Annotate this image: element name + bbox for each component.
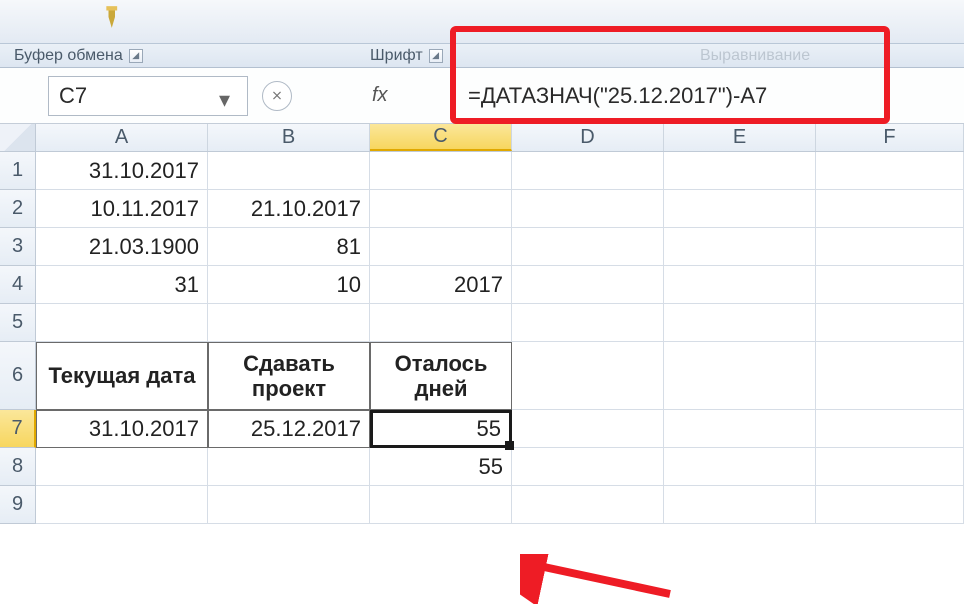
cell-B2[interactable]: 21.10.2017 <box>208 190 370 228</box>
cell-A5[interactable] <box>36 304 208 342</box>
cell-A2[interactable]: 10.11.2017 <box>36 190 208 228</box>
cell-D7[interactable] <box>512 410 664 448</box>
format-painter-icon[interactable] <box>100 2 130 32</box>
cancel-formula-icon[interactable]: ⨯ <box>262 81 292 111</box>
alignment-group-label: Выравнивание <box>700 47 810 65</box>
cell-D4[interactable] <box>512 266 664 304</box>
row-header-2[interactable]: 2 <box>0 190 36 228</box>
cell-D2[interactable] <box>512 190 664 228</box>
row-header-1[interactable]: 1 <box>0 152 36 190</box>
cell-C8[interactable]: 55 <box>370 448 512 486</box>
col-header-F[interactable]: F <box>816 124 964 151</box>
col-header-D[interactable]: D <box>512 124 664 151</box>
cell-E2[interactable] <box>664 190 816 228</box>
cell-F1[interactable] <box>816 152 964 190</box>
clipboard-dialog-launcher-icon[interactable]: ◢ <box>129 49 143 63</box>
cell-A8[interactable] <box>36 448 208 486</box>
name-box[interactable]: C7 ▾ <box>48 76 248 116</box>
clipboard-group-label: Буфер обмена <box>14 47 123 65</box>
row-header-6[interactable]: 6 <box>0 342 36 410</box>
cell-F5[interactable] <box>816 304 964 342</box>
row-header-3[interactable]: 3 <box>0 228 36 266</box>
fx-icon[interactable]: fx <box>372 84 388 107</box>
cell-E3[interactable] <box>664 228 816 266</box>
cell-A3[interactable]: 21.03.1900 <box>36 228 208 266</box>
cell-A7[interactable]: 31.10.2017 <box>36 410 208 448</box>
row-header-5[interactable]: 5 <box>0 304 36 342</box>
cell-C4[interactable]: 2017 <box>370 266 512 304</box>
cell-F6[interactable] <box>816 342 964 410</box>
cell-E9[interactable] <box>664 486 816 524</box>
fill-handle[interactable] <box>505 441 514 450</box>
row-header-7[interactable]: 7 <box>0 410 36 448</box>
formula-bar: C7 ▾ ⨯ fx <box>0 68 964 124</box>
cell-D5[interactable] <box>512 304 664 342</box>
cell-B8[interactable] <box>208 448 370 486</box>
cell-F7[interactable] <box>816 410 964 448</box>
cell-F2[interactable] <box>816 190 964 228</box>
cell-D3[interactable] <box>512 228 664 266</box>
spreadsheet-grid[interactable]: 1 31.10.2017 2 10.11.2017 21.10.2017 3 2… <box>0 152 964 524</box>
cell-B4[interactable]: 10 <box>208 266 370 304</box>
cell-A6[interactable]: Текущая дата <box>36 342 208 410</box>
cell-D1[interactable] <box>512 152 664 190</box>
cell-E7[interactable] <box>664 410 816 448</box>
cell-B5[interactable] <box>208 304 370 342</box>
col-header-B[interactable]: B <box>208 124 370 151</box>
cell-F9[interactable] <box>816 486 964 524</box>
cell-B9[interactable] <box>208 486 370 524</box>
cell-B6[interactable]: Сдавать проект <box>208 342 370 410</box>
row-header-4[interactable]: 4 <box>0 266 36 304</box>
chevron-down-icon[interactable]: ▾ <box>219 87 237 105</box>
cell-C7-value: 55 <box>477 416 501 442</box>
cell-C2[interactable] <box>370 190 512 228</box>
select-all-corner[interactable] <box>0 124 36 151</box>
arrow-annotation-icon <box>520 554 680 604</box>
cell-F3[interactable] <box>816 228 964 266</box>
cell-D8[interactable] <box>512 448 664 486</box>
cell-C7[interactable]: 55 <box>370 410 512 448</box>
cell-E6[interactable] <box>664 342 816 410</box>
cell-D6[interactable] <box>512 342 664 410</box>
cell-C1[interactable] <box>370 152 512 190</box>
cell-C9[interactable] <box>370 486 512 524</box>
col-header-E[interactable]: E <box>664 124 816 151</box>
col-header-C[interactable]: C <box>370 124 512 151</box>
cell-C3[interactable] <box>370 228 512 266</box>
cell-E1[interactable] <box>664 152 816 190</box>
column-headers: A B C D E F <box>0 124 964 152</box>
font-group-label: Шрифт <box>370 47 423 65</box>
cell-C6[interactable]: Оталось дней <box>370 342 512 410</box>
name-box-value: C7 <box>59 83 87 109</box>
col-header-A[interactable]: A <box>36 124 208 151</box>
row-header-9[interactable]: 9 <box>0 486 36 524</box>
cell-E8[interactable] <box>664 448 816 486</box>
formula-input[interactable] <box>468 76 872 116</box>
cell-F8[interactable] <box>816 448 964 486</box>
ribbon-group-labels: Буфер обмена ◢ Шрифт ◢ Выравнивание <box>0 44 964 68</box>
cell-A9[interactable] <box>36 486 208 524</box>
row-header-8[interactable]: 8 <box>0 448 36 486</box>
cell-B7[interactable]: 25.12.2017 <box>208 410 370 448</box>
cell-B3[interactable]: 81 <box>208 228 370 266</box>
font-dialog-launcher-icon[interactable]: ◢ <box>429 49 443 63</box>
cell-C5[interactable] <box>370 304 512 342</box>
cell-E4[interactable] <box>664 266 816 304</box>
cell-B1[interactable] <box>208 152 370 190</box>
cell-D9[interactable] <box>512 486 664 524</box>
cell-E5[interactable] <box>664 304 816 342</box>
ribbon-toolbar <box>0 0 964 44</box>
cell-A4[interactable]: 31 <box>36 266 208 304</box>
cell-A1[interactable]: 31.10.2017 <box>36 152 208 190</box>
cell-F4[interactable] <box>816 266 964 304</box>
